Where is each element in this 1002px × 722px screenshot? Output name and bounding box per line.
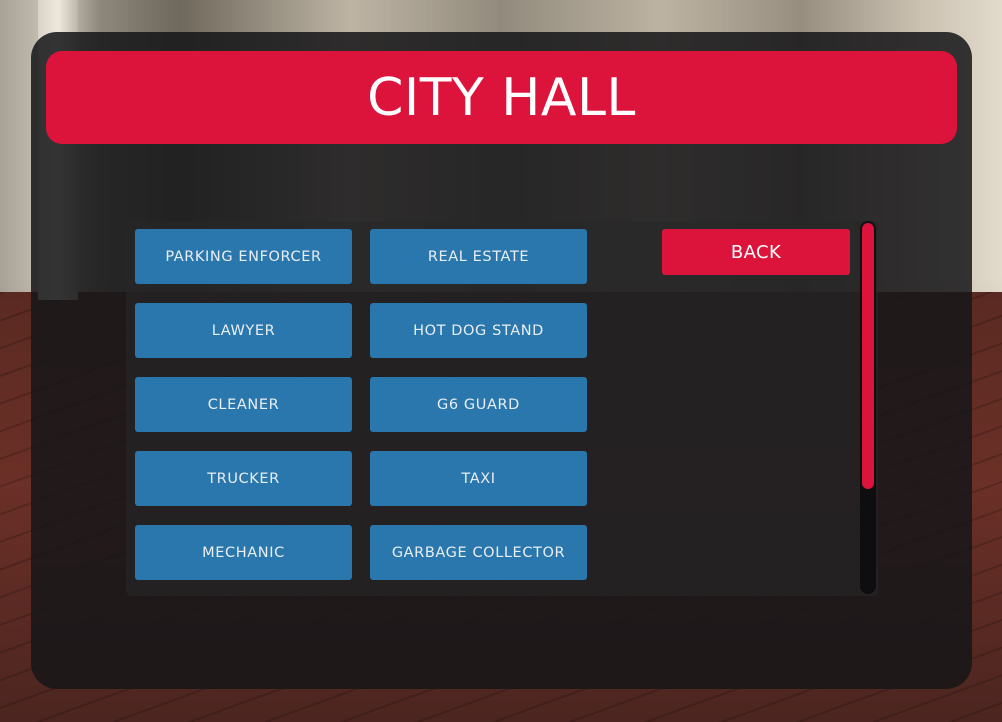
page-title: CITY HALL [367, 67, 636, 128]
job-button-garbage-collector[interactable]: GARBAGE COLLECTOR [370, 525, 587, 580]
job-button-trucker[interactable]: TRUCKER [135, 451, 352, 506]
header-banner: CITY HALL [46, 51, 957, 144]
job-button-parking-enforcer[interactable]: PARKING ENFORCER [135, 229, 352, 284]
job-button-hot-dog-stand[interactable]: HOT DOG STAND [370, 303, 587, 358]
job-button-cleaner[interactable]: CLEANER [135, 377, 352, 432]
scrollbar-track[interactable] [860, 221, 876, 594]
job-button-lawyer[interactable]: LAWYER [135, 303, 352, 358]
city-hall-panel: CITY HALL PARKING ENFORCER REAL ESTATE L… [31, 32, 972, 689]
job-button-g6-guard[interactable]: G6 GUARD [370, 377, 587, 432]
job-button-mechanic[interactable]: MECHANIC [135, 525, 352, 580]
job-button-real-estate[interactable]: REAL ESTATE [370, 229, 587, 284]
jobs-grid: PARKING ENFORCER REAL ESTATE LAWYER HOT … [135, 229, 587, 580]
job-button-taxi[interactable]: TAXI [370, 451, 587, 506]
back-button[interactable]: BACK [662, 229, 850, 275]
scrollbar-thumb[interactable] [862, 223, 874, 489]
